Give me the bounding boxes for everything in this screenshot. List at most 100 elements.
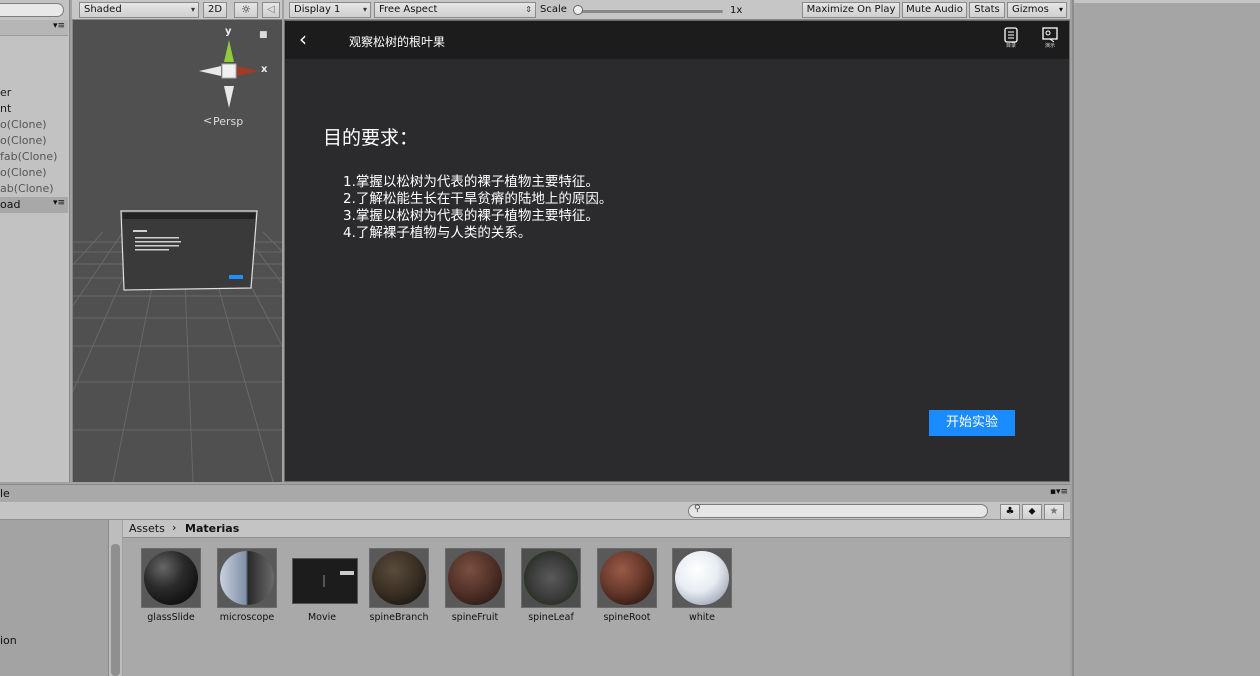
asset-spineBranch[interactable]: spineBranch	[366, 548, 432, 623]
menu-icon[interactable]: ▾≡	[1056, 487, 1068, 497]
asset-label: spineFruit	[451, 612, 499, 623]
projection-icon: <	[203, 114, 213, 127]
hierarchy-item[interactable]: o(Clone)	[0, 133, 68, 149]
material-thumbnail	[445, 548, 505, 608]
hierarchy-item[interactable]: ab(Clone)	[0, 181, 68, 197]
scene-toolbar: Shaded ▾ 2D ☼ ◁	[72, 0, 282, 20]
asset-label: microscope	[219, 612, 275, 623]
hierarchy-item[interactable]: er	[0, 85, 68, 101]
asset-spineLeaf[interactable]: spineLeaf	[518, 548, 584, 623]
speaker-icon[interactable]: ◁	[262, 2, 280, 18]
material-thumbnail	[217, 548, 277, 608]
asset-label: spineBranch	[369, 612, 429, 623]
material-thumbnail	[141, 548, 201, 608]
display-label: Display 1	[294, 4, 341, 15]
header-title: 观察松树的根叶果	[349, 35, 446, 49]
game-toolbar: Display 1 ▾ Free Aspect ⇕ Scale 1x Maximiz…	[284, 0, 1070, 20]
shading-mode-label: Shaded	[84, 4, 122, 15]
menu-icon[interactable]: ▾≡	[53, 21, 65, 31]
gizmos-label: Gizmos	[1012, 4, 1049, 15]
section-title: 目的要求：	[323, 127, 419, 149]
project-folder-tree: ion	[0, 520, 108, 676]
gizmos-button[interactable]: Gizmos ▾	[1007, 2, 1067, 18]
persp-label[interactable]: Persp	[213, 115, 243, 128]
asset-label: spineRoot	[603, 612, 651, 623]
requirement-item: 1.掌握以松树为代表的裸子植物主要特征。	[343, 174, 599, 190]
asset-spineFruit[interactable]: spineFruit	[442, 548, 508, 623]
breadcrumb-root[interactable]: Assets	[129, 522, 165, 535]
requirement-item: 3.掌握以松树为代表的裸子植物主要特征。	[343, 208, 599, 224]
gizmo-axis-x: x	[261, 64, 268, 75]
chevron-down-icon[interactable]: ▾	[1059, 3, 1063, 17]
orientation-gizmo[interactable]	[193, 28, 282, 118]
demo-button[interactable]: 演示	[1039, 27, 1061, 55]
project-tab-partial[interactable]: le	[0, 487, 10, 500]
shading-mode-dropdown[interactable]: Shaded ▾	[79, 2, 199, 18]
start-experiment-button[interactable]: 开始实验	[929, 410, 1015, 436]
maximize-on-play-button[interactable]: Maximize On Play	[802, 2, 900, 18]
aspect-dropdown[interactable]: Free Aspect ⇕	[374, 2, 536, 18]
scrollbar-thumb[interactable]	[111, 544, 120, 676]
display-dropdown[interactable]: Display 1 ▾	[289, 2, 371, 18]
scale-slider-track[interactable]	[577, 10, 723, 13]
chevron-right-icon: ›	[172, 521, 177, 534]
toggle-2d-button[interactable]: 2D	[203, 2, 227, 18]
hierarchy-item[interactable]: fab(Clone)	[0, 149, 68, 165]
asset-label: spineLeaf	[528, 612, 574, 623]
breadcrumb-current[interactable]: Materias	[185, 522, 239, 535]
back-arrow-icon[interactable]: ‹	[299, 27, 307, 51]
render-texture-thumbnail	[292, 548, 358, 608]
search-icon: ⚲	[694, 504, 701, 514]
requirement-item: 4.了解裸子植物与人类的关系。	[343, 225, 532, 241]
catalog-label: 目录	[1005, 43, 1016, 49]
requirements-list: 1.掌握以松树为代表的裸子植物主要特征。 2.了解松能生长在干旱贫瘠的陆地上的原…	[343, 174, 612, 242]
requirement-item: 2.了解松能生长在干旱贫瘠的陆地上的原因。	[343, 191, 613, 207]
scale-label: Scale	[540, 4, 567, 15]
hierarchy-selected-scene[interactable]: oad ▾≡	[0, 197, 68, 213]
filter-by-type-icon[interactable]: ♣	[1000, 504, 1020, 520]
asset-label: white	[689, 612, 715, 623]
material-thumbnail	[521, 548, 581, 608]
material-thumbnail	[672, 548, 732, 608]
scene-label: oad	[0, 198, 21, 211]
folder-tree-scrollbar[interactable]	[108, 520, 122, 676]
presentation-icon	[1042, 27, 1058, 43]
asset-Movie[interactable]: Movie	[289, 548, 358, 623]
right-panel-header	[1074, 0, 1260, 3]
lock-icon[interactable]: ■	[259, 30, 268, 40]
asset-label: Movie	[307, 612, 337, 623]
stats-button[interactable]: Stats	[969, 2, 1005, 18]
project-search-input[interactable]: ⚲	[688, 504, 988, 518]
scale-value: 1x	[730, 5, 743, 16]
asset-label: glassSlide	[147, 612, 195, 623]
project-toolbar: ⚲ ♣ ⬥ ★	[0, 502, 1070, 520]
list-icon	[1004, 27, 1018, 43]
hierarchy-search[interactable]	[0, 3, 64, 17]
mute-audio-button[interactable]: Mute Audio	[902, 2, 967, 18]
hierarchy-item[interactable]: nt	[0, 101, 68, 117]
asset-white[interactable]: white	[669, 548, 735, 623]
hierarchy-item[interactable]: o(Clone)	[0, 165, 68, 181]
aspect-label: Free Aspect	[379, 4, 438, 15]
gizmo-axis-y: y	[225, 26, 232, 37]
asset-spineRoot[interactable]: spineRoot	[594, 548, 660, 623]
hierarchy-scene-header[interactable]: ▾≡	[0, 20, 68, 36]
menu-icon[interactable]: ▾≡	[53, 198, 65, 208]
catalog-button[interactable]: 目录	[1001, 27, 1021, 55]
asset-microscope[interactable]: microscope	[214, 548, 280, 623]
favorites-star-icon[interactable]: ★	[1044, 504, 1064, 520]
sun-icon[interactable]: ☼	[234, 2, 258, 18]
breadcrumb: Assets › Materias	[123, 520, 1070, 538]
demo-label: 演示	[1044, 43, 1055, 49]
scene-view[interactable]: y x ■ < Persp	[72, 20, 282, 482]
project-tab-bar: le ▪ ▾≡	[0, 484, 1070, 502]
hierarchy-item[interactable]: o(Clone)	[0, 117, 68, 133]
asset-glassSlide[interactable]: glassSlide	[138, 548, 204, 623]
right-panel	[1072, 0, 1260, 676]
material-thumbnail	[369, 548, 429, 608]
folder-tree-partial-item[interactable]: ion	[0, 634, 17, 647]
scale-slider-handle[interactable]	[573, 5, 583, 15]
hierarchy-panel: ▾≡ er nt o(Clone) o(Clone) fab(Clone) o(…	[0, 0, 70, 482]
material-thumbnail	[597, 548, 657, 608]
filter-by-label-icon[interactable]: ⬥	[1022, 504, 1042, 520]
